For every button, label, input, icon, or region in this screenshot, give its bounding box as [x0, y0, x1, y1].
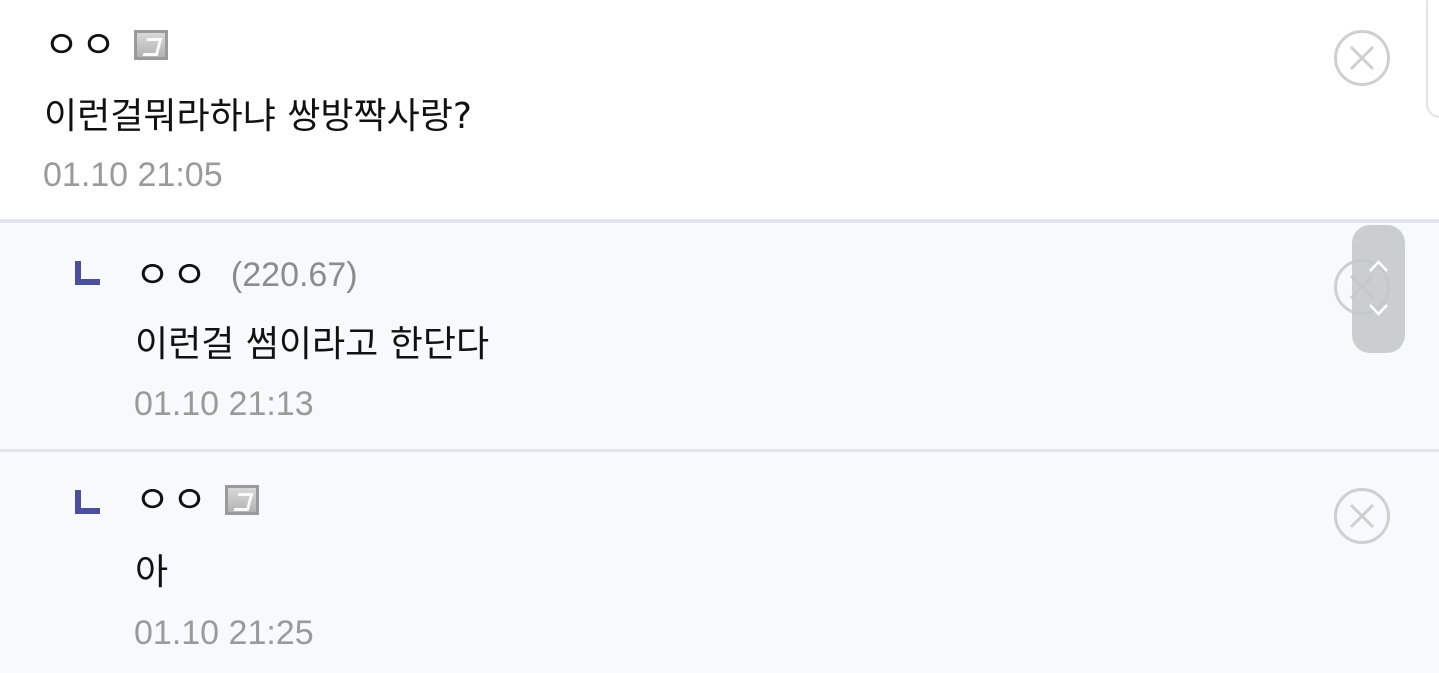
chevron-down-icon: [1369, 304, 1388, 316]
comment-timestamp: 01.10 21:13: [134, 385, 314, 423]
comment-item: ㅇㅇ 이런걸뭐라하냐 쌍방짝사랑? 01.10 21:05: [0, 0, 1439, 219]
fixed-nick-icon: [224, 485, 259, 515]
comment-author[interactable]: ㅇㅇ: [135, 475, 209, 525]
side-panel-tab[interactable]: [1426, 0, 1439, 118]
comment-text: 이런걸뭐라하냐 쌍방짝사랑?: [44, 96, 472, 137]
delete-comment-button[interactable]: [1334, 488, 1390, 544]
fixed-nick-icon: [133, 30, 168, 60]
reply-item: ㅇㅇ 아 01.10 21:25: [0, 449, 1439, 673]
comment-text: 아: [135, 552, 169, 593]
comment-author-row: ㅇㅇ: [135, 475, 259, 525]
reply-arrow-icon: [75, 261, 100, 285]
comment-ip: (220.67): [230, 255, 358, 294]
comment-author-row: ㅇㅇ (220.67): [135, 250, 358, 300]
comment-text: 이런걸 썸이라고 한단다: [135, 324, 490, 365]
comment-author[interactable]: ㅇㅇ: [135, 250, 209, 300]
comment-author[interactable]: ㅇㅇ: [44, 20, 118, 70]
comment-timestamp: 01.10 21:05: [43, 156, 223, 194]
delete-comment-button[interactable]: [1334, 30, 1390, 86]
close-circle-icon: [1349, 503, 1375, 529]
chevron-up-icon: [1369, 260, 1388, 272]
close-circle-icon: [1349, 45, 1375, 71]
scroll-up-down-icon[interactable]: [1352, 225, 1405, 353]
reply-arrow-icon: [75, 490, 100, 514]
comment-timestamp: 01.10 21:25: [134, 614, 314, 652]
reply-item: ㅇㅇ (220.67) 이런걸 썸이라고 한단다 01.10 21:13: [0, 219, 1439, 449]
comment-list: ㅇㅇ 이런걸뭐라하냐 쌍방짝사랑? 01.10 21:05 ㅇㅇ (220.67…: [0, 0, 1439, 673]
comment-author-row: ㅇㅇ: [44, 20, 168, 70]
